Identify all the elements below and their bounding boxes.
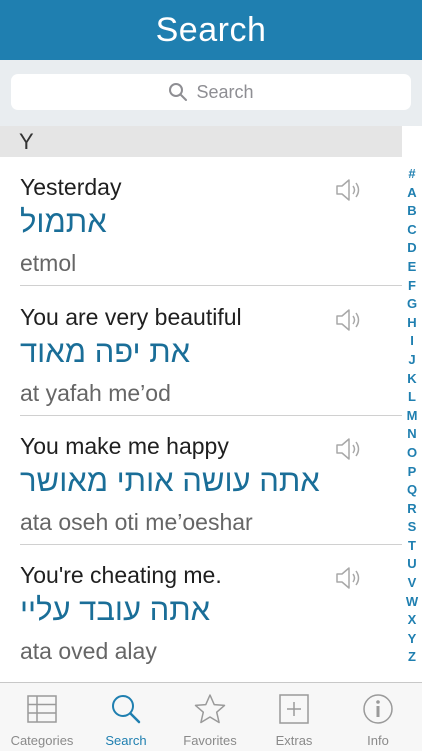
nav-bar: Search — [0, 0, 422, 60]
categories-icon — [27, 695, 57, 723]
index-letter[interactable]: N — [407, 425, 416, 444]
alphabet-index[interactable]: # A B C D E F G H I J K L M N O P Q R S T U V W X Y Z — [402, 165, 422, 667]
list-item[interactable]: You are very beautiful את יפה מאוד at ya… — [0, 287, 402, 416]
index-letter[interactable]: L — [408, 388, 416, 407]
speaker-icon[interactable] — [334, 307, 364, 333]
index-letter[interactable]: T — [408, 537, 416, 556]
tab-label: Categories — [10, 733, 74, 748]
english-phrase: Yesterday — [20, 174, 122, 200]
section-header: Y — [0, 126, 402, 157]
tab-search[interactable]: Search — [84, 683, 168, 751]
hebrew-phrase: אתה עובד עליי — [20, 592, 211, 627]
transliteration: ata oved alay — [20, 638, 157, 664]
search-area: Search — [0, 60, 422, 126]
tab-label: Search — [105, 733, 147, 748]
index-letter[interactable]: B — [407, 202, 416, 221]
index-letter[interactable]: S — [408, 518, 417, 537]
english-phrase: You make me happy — [20, 433, 229, 459]
speaker-icon[interactable] — [334, 177, 364, 203]
list-item[interactable]: You're cheating me. אתה עובד עליי ata ov… — [0, 545, 402, 674]
tab-bar: Categories Search Favorites Extras Info — [0, 682, 422, 751]
index-letter[interactable]: M — [407, 407, 418, 426]
index-letter[interactable]: I — [410, 332, 414, 351]
tab-label: Extras — [275, 733, 313, 748]
index-letter[interactable]: F — [408, 277, 416, 296]
english-phrase: You're cheating me. — [20, 562, 222, 588]
index-letter[interactable]: D — [407, 239, 416, 258]
hebrew-phrase: אתמול — [20, 204, 107, 239]
search-icon — [112, 695, 141, 724]
index-letter[interactable]: W — [406, 593, 418, 612]
index-letter[interactable]: # — [408, 165, 415, 184]
index-letter[interactable]: Y — [408, 630, 417, 649]
plus-icon — [279, 694, 309, 724]
info-icon — [363, 694, 393, 724]
index-letter[interactable]: O — [407, 444, 417, 463]
index-letter[interactable]: P — [408, 463, 417, 482]
hebrew-phrase: את יפה מאוד — [20, 334, 191, 369]
index-letter[interactable]: V — [408, 574, 417, 593]
transliteration: etmol — [20, 250, 77, 276]
index-letter[interactable]: G — [407, 295, 417, 314]
tab-favorites[interactable]: Favorites — [168, 683, 252, 751]
tab-label: Info — [367, 733, 389, 748]
speaker-icon[interactable] — [334, 565, 364, 591]
index-letter[interactable]: E — [408, 258, 417, 277]
magnifier-icon — [169, 83, 188, 101]
search-input[interactable]: Search — [11, 74, 411, 110]
index-letter[interactable]: U — [407, 555, 416, 574]
index-letter[interactable]: J — [408, 351, 415, 370]
index-letter[interactable]: X — [408, 611, 417, 630]
tab-categories[interactable]: Categories — [0, 683, 84, 751]
tab-extras[interactable]: Extras — [252, 683, 336, 751]
section-letter: Y — [19, 129, 34, 154]
index-letter[interactable]: R — [407, 500, 416, 519]
english-phrase: You are very beautiful — [20, 304, 242, 330]
search-placeholder: Search — [196, 81, 254, 102]
index-letter[interactable]: A — [407, 184, 416, 203]
speaker-icon[interactable] — [334, 436, 364, 462]
index-letter[interactable]: Z — [408, 648, 416, 667]
tab-label: Favorites — [183, 733, 237, 748]
list-item[interactable]: You make me happy אתה עושה אותי מאושר at… — [0, 416, 402, 545]
transliteration: at yafah me’od — [20, 380, 171, 406]
index-letter[interactable]: H — [407, 314, 416, 333]
index-letter[interactable]: C — [407, 221, 416, 240]
list-item[interactable]: Yesterday אתמול etmol — [0, 157, 402, 286]
transliteration: ata oseh oti me’oeshar — [20, 509, 253, 535]
star-icon — [194, 694, 226, 724]
row-separator — [20, 285, 402, 286]
page-title: Search — [155, 10, 267, 49]
tab-info[interactable]: Info — [336, 683, 420, 751]
index-letter[interactable]: K — [407, 370, 416, 389]
hebrew-phrase: אתה עושה אותי מאושר — [20, 463, 320, 498]
index-letter[interactable]: Q — [407, 481, 417, 500]
